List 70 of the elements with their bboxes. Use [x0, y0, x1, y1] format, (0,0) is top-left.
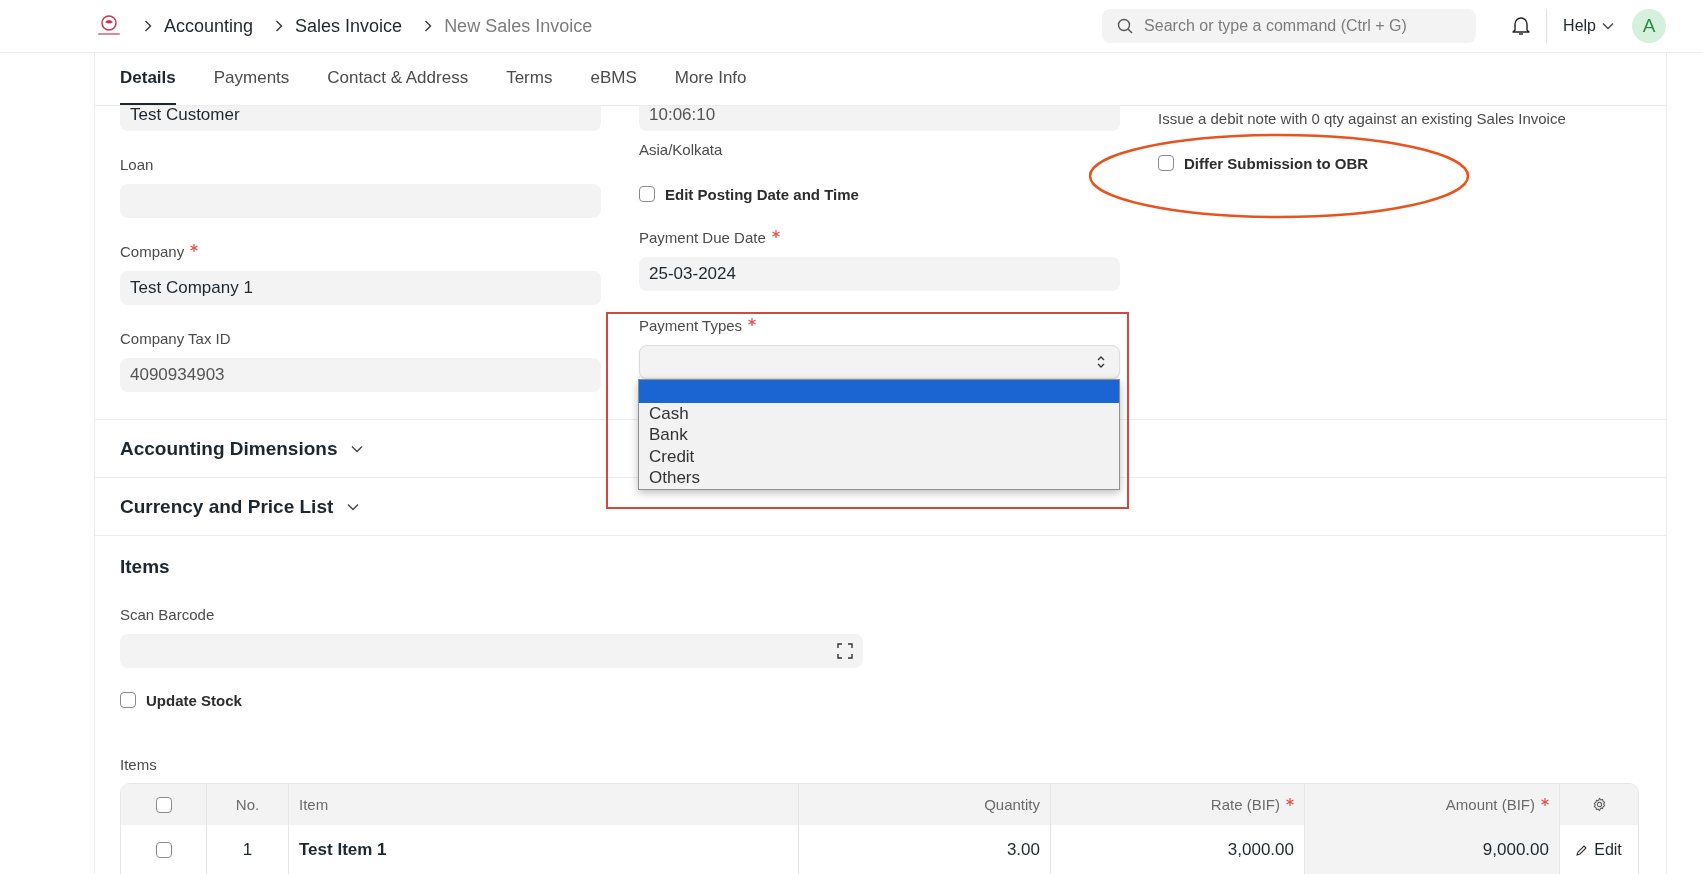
chevron-right-icon — [144, 20, 152, 32]
required-icon — [1541, 797, 1549, 806]
bell-icon[interactable] — [1512, 16, 1531, 36]
checkbox[interactable] — [155, 842, 172, 858]
input-field[interactable]: 4090934903 — [120, 358, 601, 392]
tab[interactable]: eBMS — [590, 53, 637, 105]
dropdown-option[interactable]: Credit — [639, 446, 1119, 468]
required-icon — [1286, 797, 1294, 806]
tab[interactable]: Payments — [213, 53, 290, 105]
help-text: Issue a debit note with 0 qty against an existing Sales Invoice — [1158, 108, 1567, 128]
table-cell: 1 — [207, 825, 289, 874]
section-toggle[interactable]: Currency and Price List — [120, 495, 360, 518]
input-field[interactable]: Test Customer — [120, 106, 601, 131]
help-text: Asia/Kolkata — [639, 139, 724, 159]
checkbox-label: Differ Submission to OBR — [1184, 154, 1369, 172]
scan-icon[interactable] — [837, 643, 853, 659]
input-field[interactable]: 10:06:10 — [639, 106, 1120, 131]
checkbox-label: Edit Posting Date and Time — [665, 185, 859, 203]
user-avatar[interactable]: A — [1632, 9, 1666, 43]
input-field[interactable]: 25-03-2024 — [639, 257, 1120, 291]
section-heading: Items — [120, 556, 171, 578]
column-header: Rate (BIF) — [1210, 796, 1280, 813]
select-field[interactable] — [639, 345, 1120, 379]
logo-icon — [96, 14, 122, 38]
field-label: Payment Types — [639, 316, 743, 334]
checkbox-label: Update Stock — [146, 691, 242, 709]
tab[interactable]: More Info — [674, 53, 747, 105]
search-field[interactable]: Search or type a command (Ctrl + G) — [1102, 9, 1477, 43]
field-label: Scan Barcode — [120, 605, 215, 623]
settings-icon[interactable] — [1591, 797, 1607, 812]
dropdown-option[interactable]: Others — [639, 467, 1119, 489]
tab[interactable]: Terms — [506, 53, 553, 105]
breadcrumb-link[interactable]: Accounting — [164, 15, 254, 37]
help-menu[interactable]: Help — [1563, 17, 1614, 35]
column-header: Item — [299, 796, 329, 813]
table-cell: 3.00 — [799, 825, 1051, 874]
field-label: Loan — [120, 155, 154, 173]
dropdown-option[interactable]: Bank — [639, 424, 1119, 446]
section-toggle[interactable]: Accounting Dimensions — [120, 437, 364, 460]
breadcrumb-link[interactable]: New Sales Invoice — [444, 15, 593, 37]
sort-icon — [1097, 355, 1105, 369]
chevron-right-icon — [275, 20, 284, 32]
pencil-icon — [1576, 844, 1589, 856]
field-label: Payment Due Date — [639, 228, 766, 246]
barcode-field[interactable] — [120, 634, 863, 668]
required-icon — [748, 318, 757, 326]
table-cell: 9,000.00 — [1305, 825, 1560, 874]
column-header: No. — [235, 796, 260, 813]
column-header: Quantity — [984, 796, 1040, 813]
table-label: Items — [120, 754, 158, 774]
checkbox[interactable] — [1158, 155, 1174, 171]
checkbox[interactable] — [155, 796, 172, 813]
tab[interactable]: Contact & Address — [327, 53, 469, 105]
input-field[interactable]: Test Company 1 — [120, 271, 601, 305]
chevron-right-icon — [424, 20, 433, 32]
edit-button[interactable]: Edit — [1576, 841, 1622, 859]
field-label: Company Tax ID — [120, 329, 231, 347]
field-label: Company — [120, 242, 185, 260]
chevron-down-icon — [1602, 22, 1614, 30]
dropdown-option[interactable]: Cash — [639, 403, 1119, 425]
required-icon — [190, 244, 199, 252]
chevron-down-icon — [351, 444, 364, 453]
table-cell: Test Item 1 — [289, 825, 799, 874]
required-icon — [771, 230, 780, 238]
breadcrumb-link[interactable]: Sales Invoice — [295, 15, 403, 37]
search-icon — [1117, 18, 1134, 34]
checkbox[interactable] — [120, 692, 136, 708]
chevron-down-icon — [347, 502, 360, 511]
column-header: Amount (BIF) — [1445, 796, 1535, 813]
checkbox[interactable] — [639, 186, 655, 202]
